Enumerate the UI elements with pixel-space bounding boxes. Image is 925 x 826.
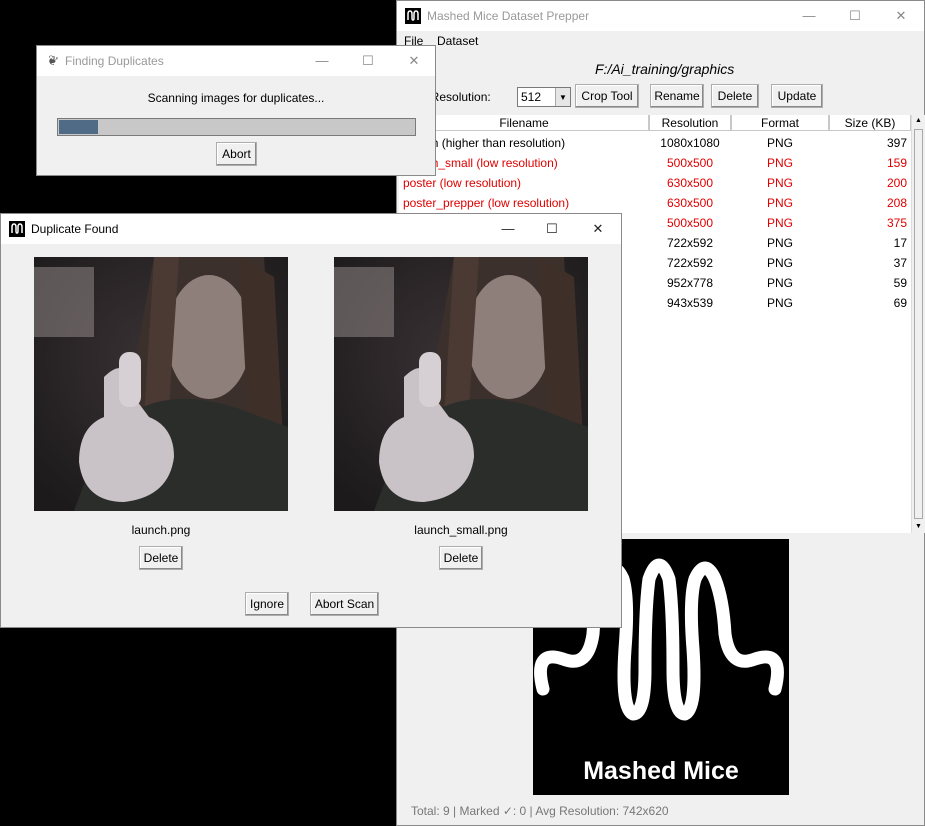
table-row[interactable]: launch_small (low resolution) 500x500 PNG 1… xyxy=(399,153,911,173)
finding-close-button[interactable]: ✕ xyxy=(391,46,437,76)
duplicate-titlebar[interactable]: Duplicate Found — ☐ ✕ xyxy=(1,214,621,244)
app-logo-icon xyxy=(405,8,421,24)
cell-format: PNG xyxy=(766,256,793,270)
table-scrollbar[interactable]: ▲ ▼ xyxy=(911,115,925,533)
scroll-down-icon[interactable]: ▼ xyxy=(912,521,925,533)
feather-icon: ❦ xyxy=(44,51,61,70)
finding-maximize-button[interactable]: ☐ xyxy=(345,46,391,76)
menu-bar: File Dataset xyxy=(397,31,924,51)
abort-scan-button[interactable]: Abort Scan xyxy=(310,592,379,616)
cell-size: 200 xyxy=(886,176,907,190)
table-row[interactable]: poster_prepper (low resolution) 630x500 PN… xyxy=(399,193,911,213)
cell-size: 17 xyxy=(893,236,907,250)
cell-size: 59 xyxy=(893,276,907,290)
delete-file-button[interactable]: Delete xyxy=(711,84,759,108)
cell-resolution: 952x778 xyxy=(666,276,714,290)
right-duplicate-image xyxy=(334,257,588,511)
cell-format: PNG xyxy=(766,176,793,190)
cell-format: PNG xyxy=(766,136,793,150)
status-bar: Total: 9 | Marked ✓: 0 | Avg Resolution:… xyxy=(411,804,669,818)
cell-size: 37 xyxy=(893,256,907,270)
cell-resolution: 630x500 xyxy=(666,196,714,210)
duplicate-found-dialog: Duplicate Found — ☐ ✕ launch.png Delete xyxy=(0,213,622,628)
cell-resolution: 1080x1080 xyxy=(660,136,720,150)
finding-titlebar[interactable]: ❦ Finding Duplicates — ☐ ✕ xyxy=(37,46,435,76)
main-titlebar[interactable]: Mashed Mice Dataset Prepper — ☐ ✕ xyxy=(397,1,924,31)
cell-resolution: 630x500 xyxy=(666,176,714,190)
cell-format: PNG xyxy=(766,276,793,290)
table-row[interactable]: launch (higher than resolution) 1080x1080… xyxy=(399,133,911,153)
cell-format: PNG xyxy=(766,196,793,210)
resolution-select[interactable]: 512 ▼ xyxy=(517,87,571,107)
close-button[interactable]: ✕ xyxy=(878,1,924,31)
abort-button[interactable]: Abort xyxy=(216,142,257,166)
column-size[interactable]: Size (KB) xyxy=(829,115,911,131)
cell-format: PNG xyxy=(766,156,793,170)
minimize-button[interactable]: — xyxy=(786,1,832,31)
scroll-up-icon[interactable]: ▲ xyxy=(912,115,925,127)
cell-size: 375 xyxy=(886,216,907,230)
cell-format: PNG xyxy=(766,216,793,230)
cell-size: 69 xyxy=(893,296,907,310)
folder-path: F:/Ai_training/graphics xyxy=(595,61,735,77)
cell-resolution: 500x500 xyxy=(666,216,714,230)
maximize-button[interactable]: ☐ xyxy=(832,1,878,31)
left-filename: launch.png xyxy=(131,523,191,537)
cell-size: 397 xyxy=(886,136,907,150)
ignore-button[interactable]: Ignore xyxy=(245,592,289,616)
cell-resolution: 722x592 xyxy=(666,236,714,250)
delete-right-button[interactable]: Delete xyxy=(439,546,483,570)
logo-text: Mashed Mice xyxy=(583,757,739,785)
main-window-title: Mashed Mice Dataset Prepper xyxy=(427,9,590,23)
scrollbar-thumb[interactable] xyxy=(914,129,923,519)
dup-minimize-button[interactable]: — xyxy=(485,214,531,244)
cell-resolution: 500x500 xyxy=(666,156,714,170)
cell-size: 159 xyxy=(886,156,907,170)
scan-progress-bar xyxy=(57,118,416,136)
progress-fill xyxy=(59,120,98,134)
chevron-down-icon[interactable]: ▼ xyxy=(555,88,570,106)
column-resolution[interactable]: Resolution xyxy=(649,115,731,131)
delete-left-button[interactable]: Delete xyxy=(139,546,183,570)
cell-format: PNG xyxy=(766,236,793,250)
rename-button[interactable]: Rename xyxy=(650,84,704,108)
scanning-message: Scanning images for duplicates... xyxy=(147,91,325,105)
duplicate-title: Duplicate Found xyxy=(31,222,119,236)
dup-app-logo-icon xyxy=(9,221,25,237)
cell-format: PNG xyxy=(766,296,793,310)
finding-title: Finding Duplicates xyxy=(65,54,164,68)
finding-duplicates-dialog: ❦ Finding Duplicates — ☐ ✕ Scanning imag… xyxy=(36,45,436,176)
cell-size: 208 xyxy=(886,196,907,210)
cell-resolution: 943x539 xyxy=(666,296,714,310)
dup-close-button[interactable]: ✕ xyxy=(575,214,621,244)
column-filename[interactable]: Filename xyxy=(399,115,649,131)
cell-filename: poster_prepper (low resolution) xyxy=(403,196,570,210)
resolution-value: 512 xyxy=(521,90,542,104)
table-header: Filename Resolution Format Size (KB) xyxy=(399,115,911,132)
cell-filename: poster (low resolution) xyxy=(403,176,522,190)
right-filename: launch_small.png xyxy=(414,523,508,537)
menu-dataset[interactable]: Dataset xyxy=(437,34,478,48)
update-button[interactable]: Update xyxy=(771,84,823,108)
left-duplicate-image xyxy=(34,257,288,511)
crop-tool-button[interactable]: Crop Tool xyxy=(575,84,639,108)
column-format[interactable]: Format xyxy=(731,115,829,131)
cell-filename: launch (higher than resolution) xyxy=(403,136,566,150)
dup-maximize-button[interactable]: ☐ xyxy=(529,214,575,244)
cell-filename: launch_small (low resolution) xyxy=(403,156,558,170)
cell-resolution: 722x592 xyxy=(666,256,714,270)
table-row[interactable]: poster (low resolution) 630x500 PNG 200 xyxy=(399,173,911,193)
finding-minimize-button[interactable]: — xyxy=(299,46,345,76)
